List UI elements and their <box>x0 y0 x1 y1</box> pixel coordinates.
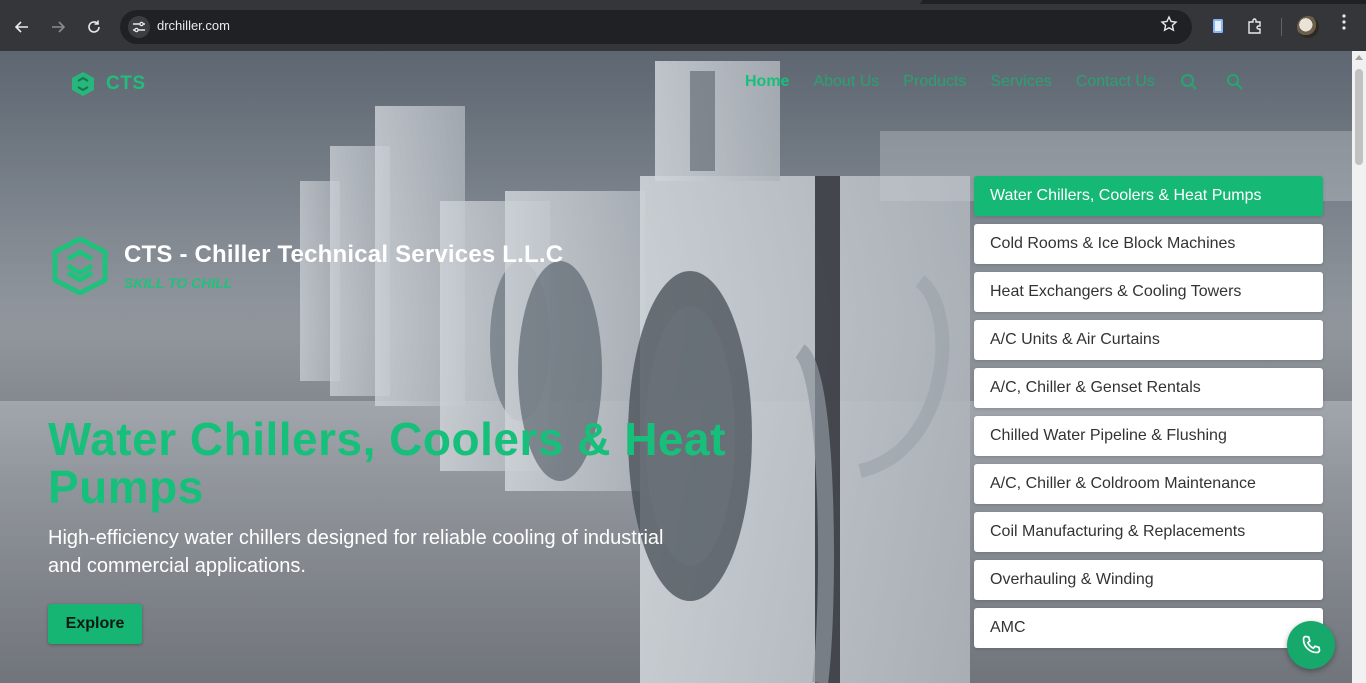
extensions-menu-button[interactable] <box>1243 14 1267 38</box>
category-item[interactable]: Water Chillers, Coolers & Heat Pumps <box>974 176 1323 216</box>
category-item[interactable]: A/C, Chiller & Coldroom Maintenance <box>974 464 1323 504</box>
company-name: CTS - Chiller Technical Services L.L.C <box>124 241 564 268</box>
call-button[interactable] <box>1287 621 1335 669</box>
browser-menu-button[interactable] <box>1334 14 1354 35</box>
extension-button[interactable] <box>1206 14 1230 38</box>
brand-names: CTS - Chiller Technical Services L.L.C S… <box>124 241 563 291</box>
nav-about-us[interactable]: About Us <box>813 73 879 91</box>
scroll-up-arrow[interactable] <box>1355 55 1363 60</box>
page-scrollbar[interactable] <box>1352 51 1366 683</box>
main-navigation: Home About Us Products Services Contact … <box>745 72 1271 92</box>
search-button[interactable] <box>1179 72 1199 92</box>
category-item[interactable]: Overhauling & Winding <box>974 560 1323 600</box>
nav-services[interactable]: Services <box>990 73 1051 91</box>
cts-logo-icon <box>72 72 94 96</box>
logo-text: CTS <box>106 73 146 94</box>
user-search-icon <box>1226 74 1243 90</box>
puzzle-icon <box>1248 18 1261 34</box>
category-item[interactable]: A/C Units & Air Curtains <box>974 320 1323 360</box>
forward-button[interactable] <box>45 14 71 40</box>
profile-avatar[interactable] <box>1297 16 1319 38</box>
category-item[interactable]: Cold Rooms & Ice Block Machines <box>974 224 1323 264</box>
document-extension-icon <box>1213 19 1223 33</box>
category-item[interactable]: Chilled Water Pipeline & Flushing <box>974 416 1323 456</box>
category-item[interactable]: Heat Exchangers & Cooling Towers <box>974 272 1323 312</box>
company-tagline: SKILL TO CHILL <box>124 275 233 291</box>
cts-emblem-icon <box>52 237 108 295</box>
toolbar-divider <box>1281 18 1282 36</box>
nav-home[interactable]: Home <box>745 73 789 91</box>
reload-button[interactable] <box>81 14 107 40</box>
star-icon <box>1160 15 1178 32</box>
phone-icon <box>1302 635 1321 654</box>
kebab-icon <box>1342 14 1346 30</box>
reload-icon <box>88 20 100 33</box>
category-item[interactable]: AMC <box>974 608 1323 648</box>
category-list: Water Chillers, Coolers & Heat Pumps Col… <box>974 176 1323 656</box>
scrollbar-thumb[interactable] <box>1355 69 1363 165</box>
nav-products[interactable]: Products <box>903 73 966 91</box>
hero-description: High-efficiency water chillers designed … <box>48 527 664 577</box>
brand-block: CTS - Chiller Technical Services L.L.C S… <box>52 237 563 295</box>
address-bar[interactable]: drchiller.com <box>120 10 1192 44</box>
back-button[interactable] <box>9 14 35 40</box>
url-text[interactable]: drchiller.com <box>157 18 230 33</box>
tune-icon <box>133 21 145 33</box>
nav-contact-us[interactable]: Contact Us <box>1076 73 1155 91</box>
browser-toolbar: drchiller.com <box>0 0 1366 51</box>
tab-strip-edge <box>0 0 1366 4</box>
user-search-button[interactable] <box>1225 72 1245 92</box>
category-item[interactable]: A/C, Chiller & Genset Rentals <box>974 368 1323 408</box>
site-logo[interactable]: CTS <box>70 71 146 97</box>
explore-button[interactable]: Explore <box>48 604 142 644</box>
category-item[interactable]: Coil Manufacturing & Replacements <box>974 512 1323 552</box>
bookmark-star-button[interactable] <box>1160 15 1178 38</box>
arrow-left-icon <box>14 21 28 33</box>
search-icon <box>1180 74 1197 90</box>
page-viewport: CTS Home About Us Products Services Cont… <box>0 51 1352 683</box>
hero-title: Water Chillers, Coolers & Heat Pumps <box>48 413 726 513</box>
arrow-right-icon <box>52 21 66 33</box>
site-info-button[interactable] <box>128 16 150 38</box>
